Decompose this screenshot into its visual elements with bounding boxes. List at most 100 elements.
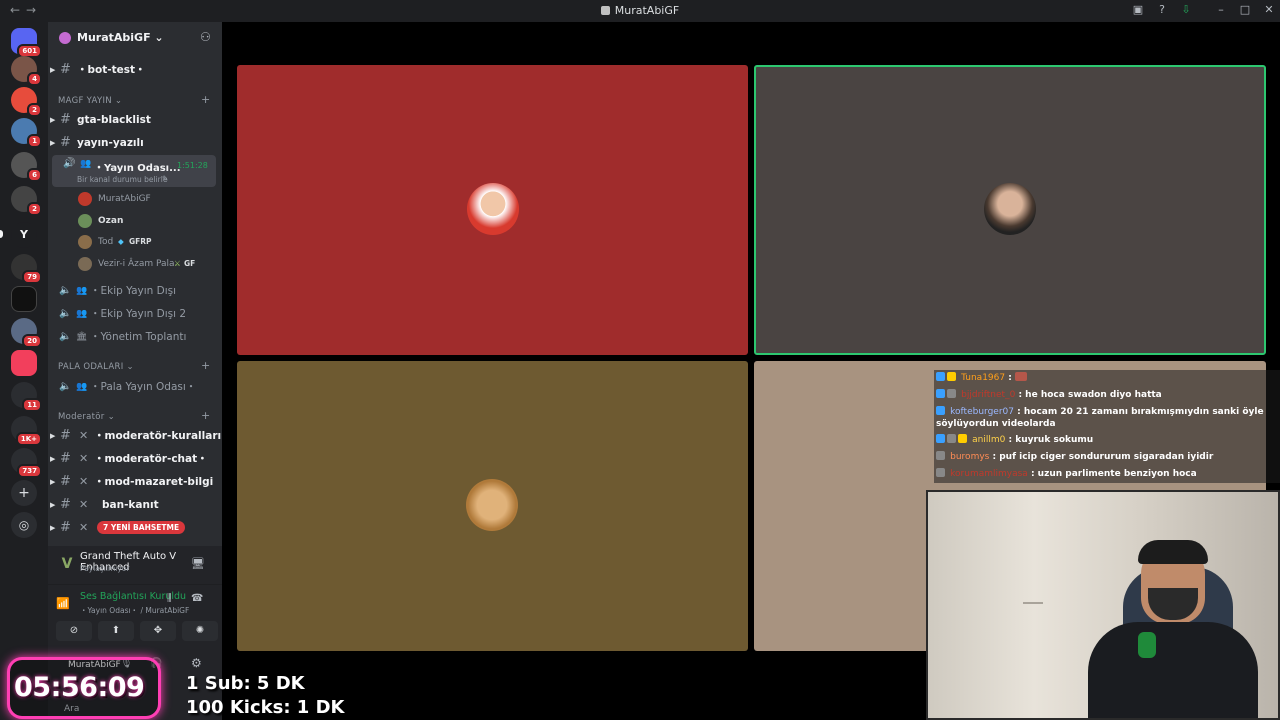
add-channel-icon[interactable]: + (201, 409, 210, 422)
swords-icon: ✕ (79, 521, 89, 534)
new-mentions-pill[interactable]: 7 YENİ BAHSETME (97, 521, 186, 534)
screen-share-icon[interactable]: 🖥 (191, 557, 205, 570)
voice-channel-path[interactable]: ・Yayın Odası・ / MuratAbiGF (80, 605, 189, 616)
voice-channel-yonetim[interactable]: 🔈 🏛 ・Yönetim Toplantı (48, 327, 222, 347)
server-avatar[interactable]: 79 (11, 254, 42, 284)
voice-channel-active[interactable]: 🔊 👥 ・Yayın Odası... 1:51:28 Bir kanal du… (52, 155, 216, 187)
guild-header[interactable]: MuratAbiGF ⌄ ⚇ (48, 22, 222, 56)
maximize-icon[interactable]: □ (1238, 3, 1252, 17)
add-channel-icon[interactable]: + (201, 93, 210, 106)
badge-icon (947, 434, 956, 443)
hash-icon: # (60, 497, 71, 512)
stream-timer-frame: 05:56:09 (10, 660, 158, 716)
kick-goal-text: 100 Kicks: 1 DK (186, 697, 345, 718)
server-avatar[interactable]: 2 (11, 87, 42, 117)
badge-icon (936, 434, 945, 443)
stream-timer: 05:56:09 (14, 672, 145, 703)
participant-tile-speaking[interactable] (754, 65, 1266, 355)
people-icon: 👥 (76, 309, 88, 319)
minimize-icon[interactable]: – (1214, 3, 1228, 17)
channel-mod-mazaret[interactable]: ▶ # ✕ ・mod-mazaret-bilgi (48, 472, 222, 492)
server-avatar[interactable]: 20 (11, 318, 42, 348)
inbox-icon[interactable]: ▣ (1131, 3, 1145, 17)
badge-icon (936, 389, 945, 398)
server-avatar[interactable]: 6 (11, 152, 42, 182)
discover-icon[interactable]: ◎ (11, 512, 37, 538)
close-icon[interactable]: ✕ (1262, 3, 1276, 17)
people-icon: 👥 (76, 286, 88, 296)
people-icon: 👥 (76, 382, 88, 392)
server-avatar[interactable]: 737 (11, 448, 42, 478)
badge-icon (936, 372, 945, 381)
participant-avatar (984, 183, 1036, 235)
channel-bot-test[interactable]: ▶ # ・bot-test・ (48, 60, 222, 80)
category-moderator[interactable]: Moderatör ⌄ (58, 412, 115, 422)
gta-v-icon: V (61, 556, 73, 572)
participant-tile[interactable] (237, 361, 748, 651)
gem-icon: ◆ (118, 237, 124, 246)
activities-button[interactable]: ✥ (140, 621, 176, 641)
speaker-icon: 🔈 (59, 285, 72, 296)
voice-member[interactable]: Ozan (48, 211, 222, 231)
noise-suppression-icon[interactable]: ⫼ (167, 593, 172, 604)
avatar (78, 235, 92, 249)
channel-yayin-yazili[interactable]: ▶ # yayın-yazılı (48, 133, 222, 153)
settings-gear-icon[interactable]: ⚙ (191, 656, 202, 670)
server-avatar[interactable]: 1 (11, 118, 42, 148)
server-avatar[interactable]: 11 (11, 382, 42, 412)
channel-status[interactable]: Bir kanal durumu belirle (77, 175, 167, 184)
channel-moderator-chat[interactable]: ▶ # ✕ ・moderatör-chat・ (48, 449, 222, 469)
hash-icon: # (60, 428, 71, 443)
swords-icon: ✕ (79, 498, 89, 511)
bank-icon: 🏛 (76, 332, 88, 342)
voice-member[interactable]: Vezir-i Âzam Pala ⚔ GF (48, 254, 222, 274)
voice-channel-pala[interactable]: 🔈 👥 ・Pala Yayın Odası・ (48, 377, 222, 397)
add-channel-icon[interactable]: + (201, 359, 210, 372)
chat-message: Tuna1967 : (934, 370, 1280, 387)
hash-icon: # (60, 520, 71, 535)
speaker-icon: 🔈 (59, 381, 72, 392)
channel-moderator-kurallari[interactable]: ▶ # ✕ ・moderatör-kuralları (48, 426, 222, 446)
voice-member[interactable]: MuratAbiGF (48, 189, 222, 209)
server-avatar[interactable] (11, 286, 37, 312)
window-title: MuratAbiGF (0, 4, 1280, 17)
voice-channel-ekip[interactable]: 🔈 👥 ・Ekip Yayın Dışı (48, 281, 222, 301)
help-icon[interactable]: ? (1155, 3, 1169, 17)
bottle (1138, 632, 1156, 658)
channel-gta-blacklist[interactable]: ▶ # gta-blacklist (48, 110, 222, 130)
category-magf[interactable]: MAGF YAYIN ⌄ (58, 96, 122, 106)
category-pala[interactable]: PALA ODALARI ⌄ (58, 362, 134, 372)
disconnect-icon[interactable]: ☎ (191, 593, 203, 604)
voice-timer: 1:51:28 (177, 161, 208, 170)
activity-panel: V Grand Theft Auto V Enhanced Paylaşılmı… (48, 546, 222, 584)
download-icon[interactable]: ⇩ (1179, 3, 1193, 17)
server-avatar[interactable]: 2 (11, 186, 42, 216)
soundboard-button[interactable]: ✺ (182, 621, 218, 641)
edit-icon[interactable]: ✎ (162, 174, 168, 183)
participant-tile[interactable] (237, 65, 748, 355)
home-button[interactable]: 601 (11, 28, 42, 58)
avatar (78, 214, 92, 228)
invite-icon[interactable]: ⚇ (200, 30, 211, 44)
speaker-icon: 🔈 (59, 308, 72, 319)
voice-channel-ekip-2[interactable]: 🔈 👥 ・Ekip Yayın Dışı 2 (48, 304, 222, 324)
server-icon (600, 6, 610, 15)
channel-ban-kanit[interactable]: ▶ # ✕ ban-kanıt (48, 495, 222, 515)
server-y[interactable]: Y (11, 222, 37, 248)
unread-indicator (0, 230, 3, 238)
server-avatar[interactable]: 4 (11, 56, 42, 86)
speaker-icon: 🔊 (63, 158, 76, 169)
speaker-icon: 🔈 (59, 331, 72, 342)
badge-icon (936, 406, 945, 415)
stream-chat-overlay: Tuna1967 : bjjdriftnet_0 : he hoca swado… (934, 370, 1280, 483)
server-avatar[interactable] (11, 350, 37, 376)
voice-member[interactable]: Tod ◆ GFRP (48, 232, 222, 252)
chat-message: bjjdriftnet_0 : he hoca swadon diyo hatt… (934, 387, 1280, 404)
server-avatar[interactable]: 1K+ (11, 416, 42, 446)
camera-off-button[interactable]: ⊘ (56, 621, 92, 641)
screen-share-button[interactable]: ⬆ (98, 621, 134, 641)
hash-icon: # (60, 474, 71, 489)
channel-new-mentions[interactable]: ▶ # ✕ 7 YENİ BAHSETME (48, 518, 222, 538)
add-server-icon[interactable]: + (11, 480, 37, 506)
participant-avatar (467, 183, 519, 235)
